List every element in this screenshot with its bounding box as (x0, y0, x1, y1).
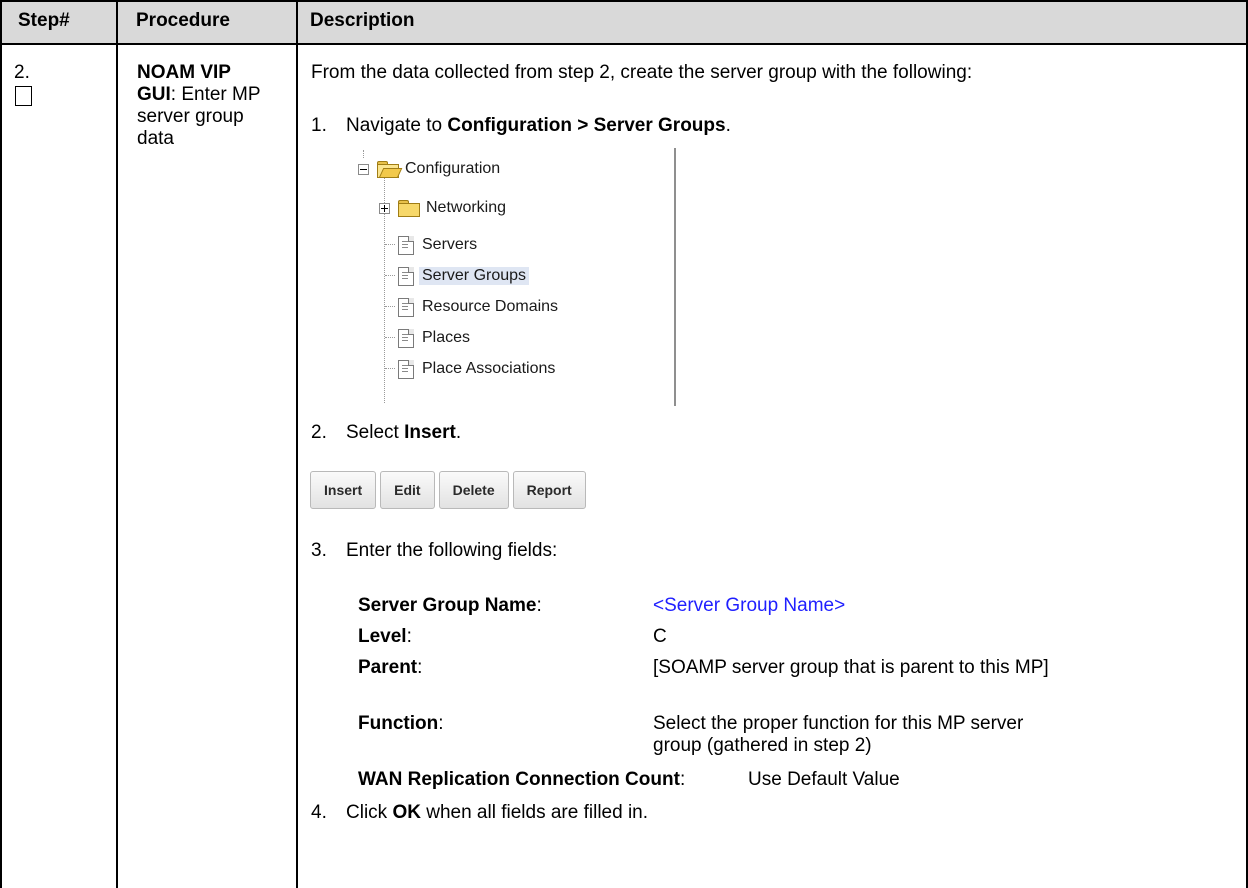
field-label-wan-replication: WAN Replication Connection Count: (358, 769, 686, 790)
document-icon (398, 359, 414, 379)
header-description: Description (310, 10, 415, 31)
tree-item-server-groups[interactable]: Server Groups (398, 265, 530, 287)
tree-item-resource-domains[interactable]: Resource Domains (398, 296, 558, 318)
field-value-function: Select the proper function for this MP s… (653, 713, 1024, 756)
field-label-text: WAN Replication Connection Count (358, 769, 680, 790)
tree-item-label: Networking (426, 199, 507, 216)
tree-item-label: Server Groups (419, 267, 530, 285)
tree-item-label: Places (422, 329, 471, 346)
instruction-text: Navigate to (346, 115, 448, 136)
pane-divider (674, 148, 676, 406)
instruction-number: 1. (311, 115, 327, 136)
field-value-parent: [SOAMP server group that is parent to th… (653, 657, 1049, 678)
instruction-number: 2. (311, 422, 327, 443)
document-icon (398, 266, 414, 286)
report-button[interactable]: Report (512, 471, 586, 509)
field-label-level: Level: (358, 626, 412, 647)
folder-icon (398, 200, 420, 217)
tree-guide (385, 368, 395, 369)
action-toolbar: Insert Edit Delete Report (310, 471, 586, 509)
tree-item-label: Configuration (405, 160, 501, 177)
instruction-number: 3. (311, 540, 327, 561)
table-border-top (0, 0, 1248, 2)
folder-open-icon (377, 161, 403, 178)
tree-item-servers[interactable]: Servers (398, 234, 477, 256)
document-icon (398, 235, 414, 255)
field-label-text: Function (358, 713, 439, 734)
document-icon (398, 328, 414, 348)
tree-item-configuration[interactable]: Configuration (358, 158, 500, 180)
instruction-suffix: when all fields are filled in. (420, 802, 649, 823)
edit-button[interactable]: Edit (380, 471, 435, 509)
tree-item-label: Servers (422, 236, 478, 253)
tree-item-place-associations[interactable]: Place Associations (398, 358, 555, 380)
tree-guide (385, 244, 395, 245)
table-border-left (0, 0, 2, 888)
step-checkbox[interactable] (15, 86, 32, 106)
tree-guide (385, 275, 395, 276)
instruction-suffix: . (725, 115, 731, 136)
instruction-text: Select (346, 422, 405, 443)
instruction-emphasis: Insert (404, 422, 456, 443)
field-value-server-group-name: <Server Group Name> (653, 595, 846, 616)
tree-guide (363, 150, 364, 158)
tree-guide (385, 337, 395, 338)
expand-icon[interactable] (379, 202, 390, 214)
instruction-suffix: . (455, 422, 462, 443)
instruction-emphasis: Configuration > Server Groups (447, 115, 726, 136)
field-label-server-group-name: Server Group Name: (358, 595, 542, 616)
instruction-4: 4. Click OK when all fields are filled in… (311, 802, 648, 824)
tree-item-label: Place Associations (422, 360, 556, 377)
document-icon (398, 297, 414, 317)
header-divider (0, 43, 1248, 45)
field-value-level: C (653, 626, 667, 647)
field-label-parent: Parent: (358, 657, 423, 678)
header-procedure: Procedure (136, 10, 230, 31)
collapse-icon[interactable] (358, 163, 369, 175)
field-value-wan-replication: Use Default Value (748, 769, 900, 790)
column-divider (296, 0, 298, 888)
field-label-text: Level (358, 626, 407, 647)
field-label-text: Parent (358, 657, 418, 678)
column-divider (116, 0, 118, 888)
tree-guide (385, 306, 395, 307)
insert-button[interactable]: Insert (310, 471, 377, 509)
procedure-text: NOAM VIP GUI: Enter MP server group data (137, 62, 267, 150)
tree-item-label: Resource Domains (422, 298, 559, 315)
instruction-emphasis: OK (392, 802, 421, 823)
tree-item-places[interactable]: Places (398, 327, 470, 349)
delete-button[interactable]: Delete (438, 471, 509, 509)
instruction-2: 2. Select Insert. (311, 422, 461, 444)
step-number: 2. (14, 62, 30, 83)
tree-item-networking[interactable]: Networking (379, 197, 506, 219)
navigation-tree-screenshot: Configuration Networking Servers Server … (358, 148, 693, 410)
field-label-function: Function: (358, 713, 444, 734)
instruction-text: Enter the following fields: (346, 540, 558, 561)
instruction-number: 4. (311, 802, 327, 823)
instruction-1: 1. Navigate to Configuration > Server Gro… (311, 115, 731, 137)
header-step: Step# (18, 10, 70, 31)
field-label-text: Server Group Name (358, 595, 537, 616)
instruction-text: Click (346, 802, 393, 823)
instruction-3: 3. Enter the following fields: (311, 540, 557, 562)
description-intro: From the data collected from step 2, cre… (311, 62, 973, 83)
